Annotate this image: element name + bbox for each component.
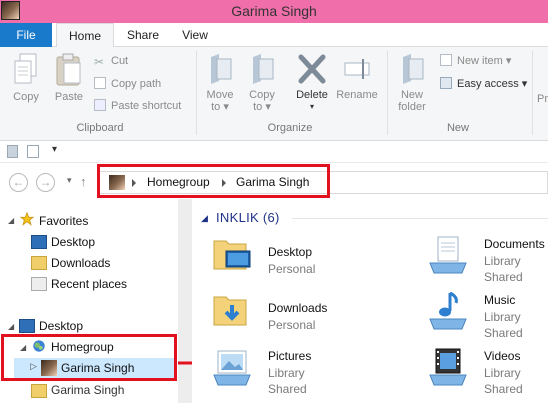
title-bar: Garima Singh — [0, 0, 548, 23]
tab-share[interactable]: Share — [118, 23, 168, 47]
rename-icon — [344, 59, 370, 79]
tab-file[interactable]: File — [0, 23, 52, 47]
downloads-folder-icon — [213, 296, 247, 326]
downloads-folder-icon — [31, 256, 47, 270]
rename-button[interactable]: Rename — [336, 53, 378, 101]
copy-to-icon — [253, 54, 274, 84]
group-separator — [532, 51, 533, 135]
new-group-label: New — [446, 122, 469, 134]
nav-scrollbar[interactable] — [178, 199, 192, 403]
collapse-icon[interactable]: ◢ — [8, 322, 14, 331]
nav-desktop[interactable]: Desktop — [51, 234, 95, 250]
file-item-documents[interactable]: Documents Library Shared — [428, 235, 548, 284]
pictures-library-icon — [213, 350, 251, 386]
window-title: Garima Singh — [231, 3, 317, 19]
file-item-pictures[interactable]: Pictures Library Shared — [212, 347, 412, 396]
file-item-downloads[interactable]: Downloads Personal — [212, 291, 412, 339]
back-button[interactable]: ← — [9, 173, 28, 192]
file-item-videos[interactable]: Videos Library Shared — [428, 347, 548, 396]
navigation-pane: ◢ Favorites Desktop Downloads Recent pla… — [0, 199, 178, 403]
videos-library-icon — [429, 348, 467, 386]
group-collapse-icon[interactable]: ◢ — [201, 213, 208, 224]
properties-icon[interactable] — [7, 145, 18, 158]
easy-access-button[interactable]: Easy access ▾ — [440, 77, 527, 91]
move-to-button[interactable]: Move to ▾ — [202, 53, 238, 113]
nav-desktop-root[interactable]: Desktop — [39, 318, 83, 334]
new-folder-icon — [403, 54, 424, 84]
music-library-icon — [429, 291, 467, 330]
properties-cutoff-label[interactable]: Pr — [537, 92, 548, 106]
quick-access-toolbar: ▾ — [0, 141, 548, 163]
easy-access-icon — [440, 77, 452, 89]
new-folder-small-icon[interactable] — [27, 145, 39, 158]
group-divider — [292, 218, 548, 219]
delete-x-icon — [298, 54, 326, 84]
desktop-folder-icon — [213, 240, 251, 270]
group-header[interactable]: INKLIK (6) — [216, 210, 280, 225]
copy-path-icon — [94, 77, 106, 89]
user-folder-icon — [31, 384, 47, 398]
new-folder-button[interactable]: New folder — [392, 53, 432, 113]
nav-favorites[interactable]: Favorites — [39, 213, 88, 229]
new-item-button[interactable]: New item ▾ — [440, 54, 511, 68]
favorites-star-icon — [19, 212, 35, 226]
delete-button[interactable]: Delete ▾ — [292, 53, 332, 113]
file-item-music[interactable]: Music Library Shared — [428, 291, 548, 340]
documents-library-icon — [429, 236, 467, 274]
copy-to-button[interactable]: Copy to ▾ — [244, 53, 280, 113]
copy-button[interactable]: Copy — [8, 53, 44, 103]
paste-button[interactable]: Paste — [50, 53, 88, 103]
tab-view[interactable]: View — [172, 23, 218, 47]
copy-icon — [14, 53, 37, 84]
content-pane: ◢ INKLIK (6) Desktop Personal Documents … — [192, 199, 548, 403]
cut-button[interactable]: ✂ Cut — [94, 54, 128, 69]
paste-shortcut-button[interactable]: Paste shortcut — [94, 99, 181, 113]
move-to-icon — [211, 54, 232, 84]
group-separator — [387, 51, 388, 135]
copy-path-button[interactable]: Copy path — [94, 77, 161, 91]
ribbon-tabs: File Home Share View — [0, 23, 548, 48]
nav-recent-places[interactable]: Recent places — [51, 276, 127, 292]
recent-locations-icon[interactable]: ▾ — [67, 175, 72, 186]
collapse-icon[interactable]: ◢ — [8, 216, 14, 225]
customize-qat-icon[interactable]: ▾ — [52, 144, 57, 155]
paste-shortcut-icon — [94, 99, 106, 111]
tab-home[interactable]: Home — [56, 23, 114, 48]
forward-button[interactable]: → — [36, 173, 55, 192]
nav-user-2[interactable]: Garima Singh — [51, 382, 124, 398]
up-button[interactable]: ↑ — [80, 174, 87, 189]
desktop-root-icon — [19, 319, 35, 333]
new-item-icon — [440, 54, 452, 66]
file-item-desktop[interactable]: Desktop Personal — [212, 235, 412, 283]
desktop-icon — [31, 235, 47, 249]
recent-places-icon — [31, 277, 47, 291]
ribbon: Copy Paste ✂ Cut Copy path Paste shortcut… — [0, 47, 548, 141]
address-row: ← → ▾ ↑ Homegroup Garima Singh — [0, 163, 548, 199]
organize-group-label: Organize — [267, 122, 313, 134]
group-separator — [196, 51, 197, 135]
clipboard-group-label: Clipboard — [76, 122, 124, 134]
highlight-box-nav — [1, 334, 177, 381]
highlight-box-address — [97, 164, 330, 198]
nav-downloads[interactable]: Downloads — [51, 255, 110, 271]
paste-icon — [56, 53, 81, 86]
scissors-icon: ✂ — [94, 55, 105, 69]
